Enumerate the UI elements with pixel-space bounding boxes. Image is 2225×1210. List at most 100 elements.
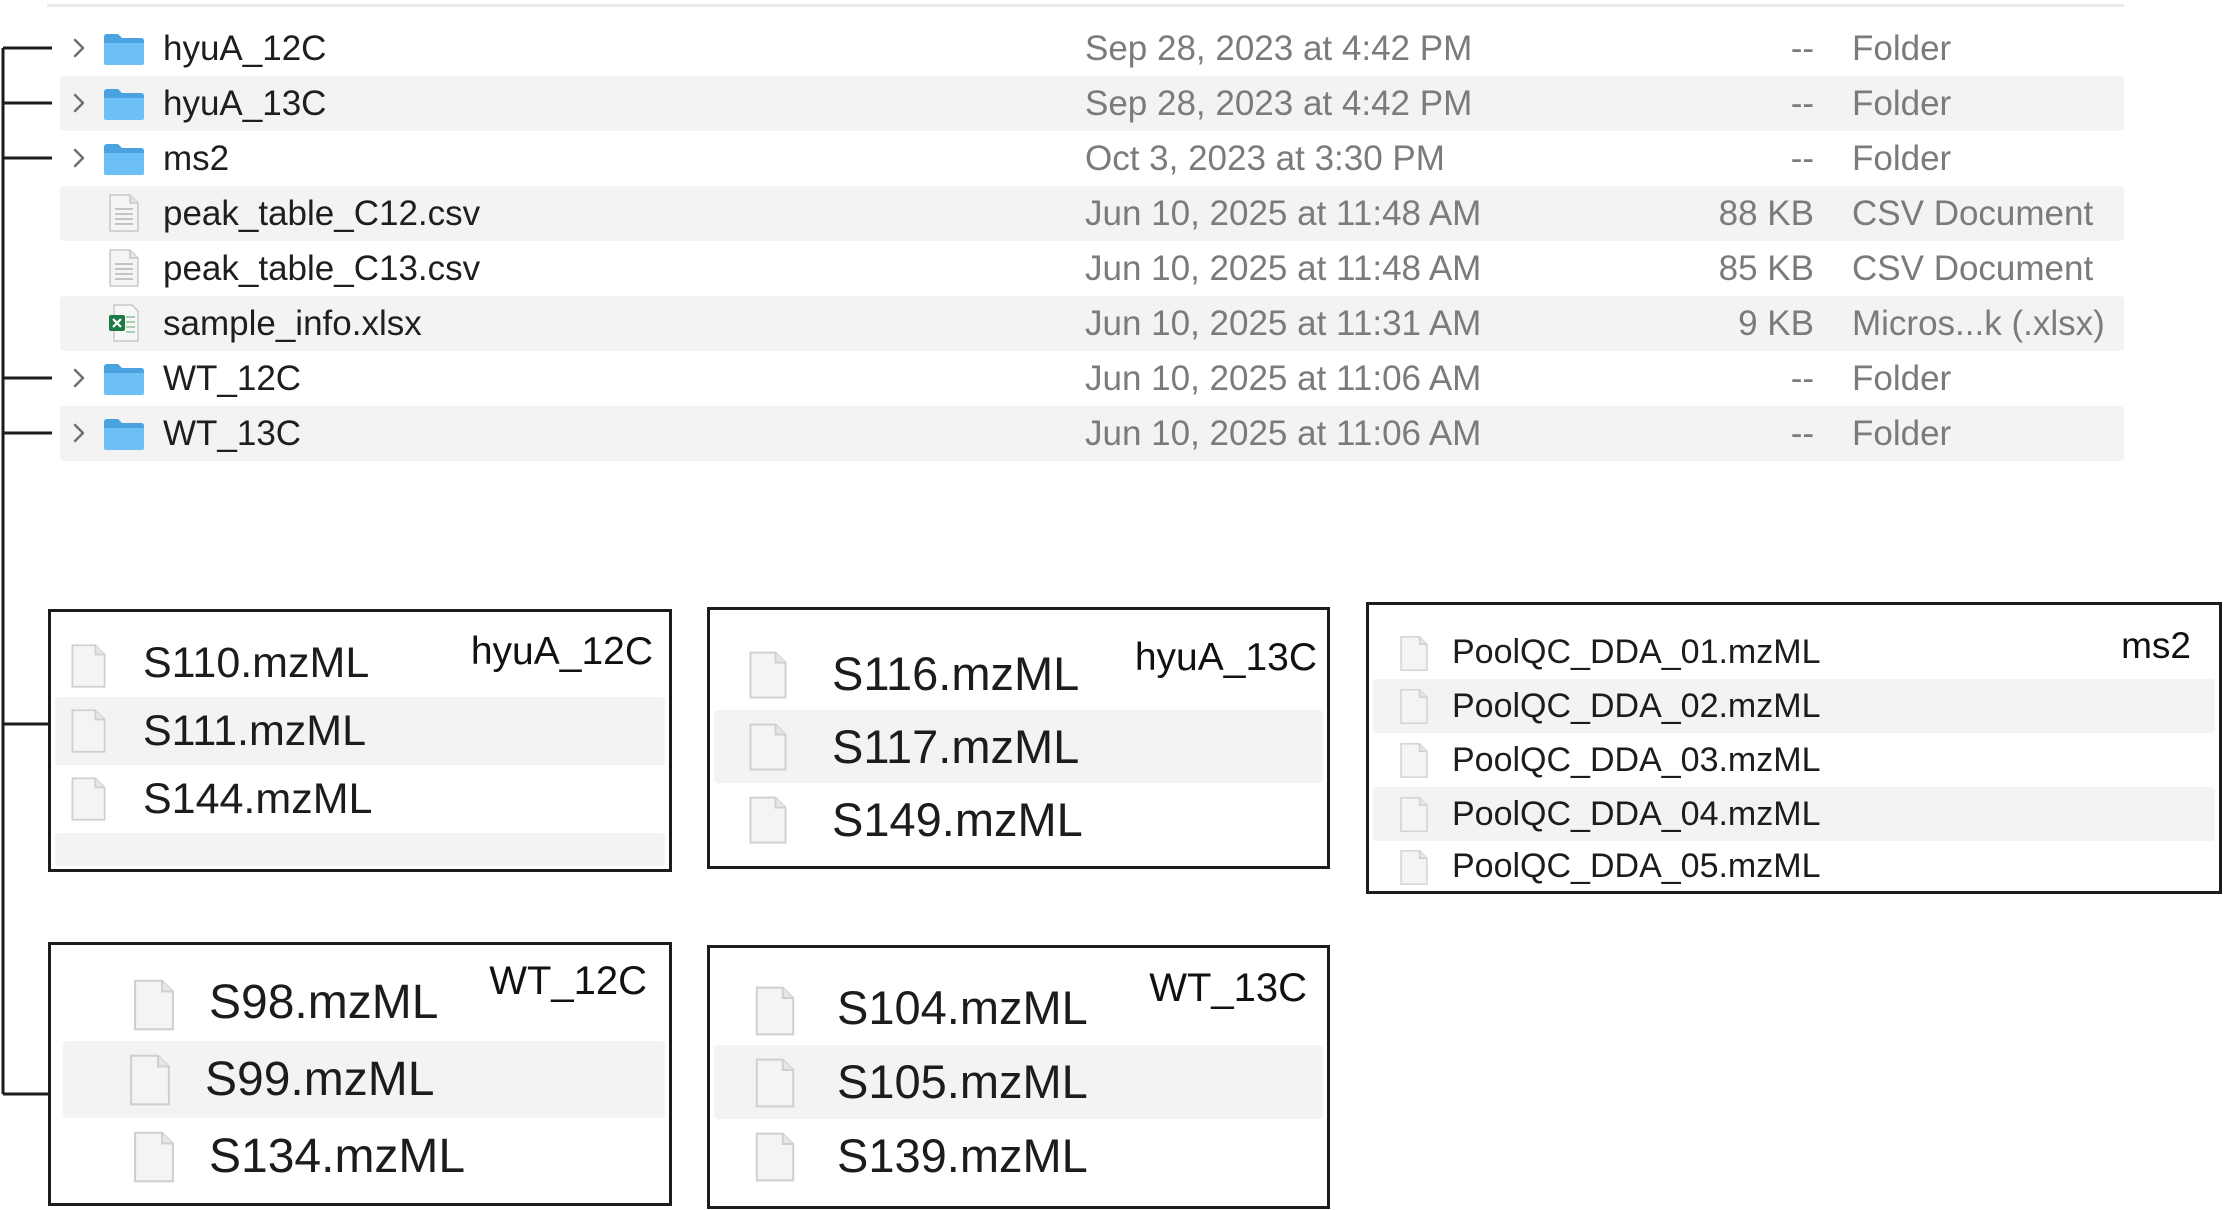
file-kind: CSV Document — [1852, 194, 2094, 233]
file-name: PoolQC_DDA_05.mzML — [1452, 847, 1821, 885]
file-name: S134.mzML — [209, 1130, 466, 1183]
panel-file-row[interactable]: S117.mzML — [714, 710, 1323, 783]
panel-file-row[interactable]: S149.mzML — [714, 783, 1323, 856]
panel-file-row[interactable]: S139.mzML — [714, 1119, 1323, 1193]
folder-panel-wt-12c: WT_12C S98.mzML S99.mzML S134.mzML — [48, 942, 672, 1206]
chevron-right-icon[interactable] — [72, 423, 86, 443]
panel-file-row[interactable]: S104.mzML — [714, 971, 1323, 1045]
file-name: S111.mzML — [143, 707, 367, 755]
file-size: 88 KB — [1718, 194, 1814, 233]
column-header-divider — [47, 4, 2124, 7]
date-modified: Jun 10, 2025 at 11:06 AM — [1085, 359, 1482, 398]
chevron-right-icon[interactable] — [72, 368, 86, 388]
date-modified: Sep 28, 2023 at 4:42 PM — [1085, 84, 1473, 123]
file-name: S98.mzML — [209, 976, 439, 1029]
panel-file-row[interactable]: PoolQC_DDA_03.mzML — [1373, 733, 2215, 787]
file-kind: CSV Document — [1852, 249, 2094, 288]
file-name: S110.mzML — [143, 639, 370, 687]
generic-document-icon — [1400, 743, 1428, 778]
panel-file-row[interactable]: PoolQC_DDA_02.mzML — [1373, 679, 2215, 733]
generic-document-icon — [1400, 797, 1428, 832]
list-row-wt-13c[interactable]: WT_13C Jun 10, 2025 at 11:06 AM -- Folde… — [60, 406, 2124, 461]
date-modified: Jun 10, 2025 at 11:48 AM — [1085, 249, 1482, 288]
panel-file-row[interactable]: S116.mzML — [714, 637, 1323, 710]
file-name: S139.mzML — [837, 1129, 1088, 1182]
file-list: hyuA_12C Sep 28, 2023 at 4:42 PM -- Fold… — [60, 21, 2124, 461]
chevron-right-icon[interactable] — [72, 148, 86, 168]
folder-icon — [104, 34, 144, 65]
csv-document-icon — [109, 249, 139, 287]
csv-document-icon — [109, 194, 139, 232]
generic-document-icon — [71, 644, 106, 688]
panel-file-row[interactable]: S144.mzML — [55, 765, 665, 833]
file-size: -- — [1790, 139, 1814, 178]
panel-file-row[interactable]: S98.mzML — [55, 964, 665, 1041]
file-name: S105.mzML — [837, 1055, 1088, 1108]
generic-document-icon — [755, 1058, 795, 1108]
list-row-peak-table-c13[interactable]: peak_table_C13.csv Jun 10, 2025 at 11:48… — [60, 241, 2124, 296]
panel-empty-row — [55, 833, 665, 866]
generic-document-icon — [71, 777, 106, 821]
generic-document-icon — [749, 796, 787, 844]
list-row-hyua-13c[interactable]: hyuA_13C Sep 28, 2023 at 4:42 PM -- Fold… — [60, 76, 2124, 131]
generic-document-icon — [71, 709, 106, 753]
file-size: -- — [1790, 29, 1814, 68]
file-size: -- — [1790, 414, 1814, 453]
list-row-ms2[interactable]: ms2 Oct 3, 2023 at 3:30 PM -- Folder — [60, 131, 2124, 186]
generic-document-icon — [755, 986, 795, 1036]
folder-panel-hyua-13c: hyuA_13C S116.mzML S117.mzML S149.mzML — [707, 607, 1330, 869]
generic-document-icon — [134, 979, 174, 1031]
file-name: PoolQC_DDA_04.mzML — [1452, 795, 1821, 833]
excel-document-icon — [109, 304, 139, 342]
list-row-sample-info[interactable]: sample_info.xlsx Jun 10, 2025 at 11:31 A… — [60, 296, 2124, 351]
panel-file-row[interactable]: S110.mzML — [55, 629, 665, 697]
list-row-wt-12c[interactable]: WT_12C Jun 10, 2025 at 11:06 AM -- Folde… — [60, 351, 2124, 406]
panel-file-row[interactable]: PoolQC_DDA_01.mzML — [1373, 625, 2215, 679]
file-kind: Folder — [1852, 29, 1952, 68]
file-size: 9 KB — [1738, 304, 1814, 343]
file-kind: Folder — [1852, 359, 1952, 398]
file-name: peak_table_C13.csv — [163, 249, 481, 288]
file-name: S104.mzML — [837, 981, 1088, 1034]
file-name: PoolQC_DDA_03.mzML — [1452, 741, 1821, 779]
date-modified: Jun 10, 2025 at 11:31 AM — [1085, 304, 1482, 343]
date-modified: Jun 10, 2025 at 11:06 AM — [1085, 414, 1482, 453]
chevron-right-icon[interactable] — [72, 38, 86, 58]
date-modified: Jun 10, 2025 at 11:48 AM — [1085, 194, 1482, 233]
folder-panel-hyua-12c: hyuA_12C S110.mzML S111.mzML S144.mzML — [48, 609, 672, 872]
file-name: S144.mzML — [143, 775, 373, 823]
folder-icon — [104, 364, 144, 395]
file-name: hyuA_12C — [163, 29, 327, 68]
folder-panel-wt-13c: WT_13C S104.mzML S105.mzML S139.mzML — [707, 945, 1330, 1209]
file-name: sample_info.xlsx — [163, 304, 422, 343]
chevron-right-icon[interactable] — [72, 93, 86, 113]
panel-file-row[interactable]: PoolQC_DDA_05.mzML — [1373, 841, 2215, 891]
generic-document-icon — [749, 651, 787, 699]
panel-file-row[interactable]: S105.mzML — [714, 1045, 1323, 1119]
file-name: hyuA_13C — [163, 84, 327, 123]
panel-file-row[interactable]: PoolQC_DDA_04.mzML — [1373, 787, 2215, 841]
folder-icon — [104, 419, 144, 450]
file-name: PoolQC_DDA_01.mzML — [1452, 633, 1821, 671]
folder-panel-ms2: ms2 PoolQC_DDA_01.mzML PoolQC_DDA_02.mzM… — [1366, 602, 2222, 894]
file-name: S117.mzML — [832, 720, 1080, 773]
date-modified: Oct 3, 2023 at 3:30 PM — [1085, 139, 1445, 178]
file-name: PoolQC_DDA_02.mzML — [1452, 687, 1821, 725]
generic-document-icon — [1400, 636, 1428, 671]
generic-document-icon — [749, 723, 787, 771]
panel-file-row[interactable]: S99.mzML — [63, 1041, 665, 1118]
file-name: WT_13C — [163, 414, 302, 453]
file-name: WT_12C — [163, 359, 302, 398]
panel-file-row[interactable]: S134.mzML — [55, 1118, 665, 1195]
date-modified: Sep 28, 2023 at 4:42 PM — [1085, 29, 1473, 68]
list-row-peak-table-c12[interactable]: peak_table_C12.csv Jun 10, 2025 at 11:48… — [60, 186, 2124, 241]
file-name: ms2 — [163, 139, 230, 178]
list-row-hyua-12c[interactable]: hyuA_12C Sep 28, 2023 at 4:42 PM -- Fold… — [60, 21, 2124, 76]
panel-file-row[interactable]: S111.mzML — [55, 697, 665, 765]
generic-document-icon — [130, 1054, 170, 1106]
file-size: 85 KB — [1718, 249, 1814, 288]
file-size: -- — [1790, 84, 1814, 123]
folder-icon — [104, 89, 144, 120]
generic-document-icon — [1400, 689, 1428, 724]
file-name: S116.mzML — [832, 647, 1080, 700]
